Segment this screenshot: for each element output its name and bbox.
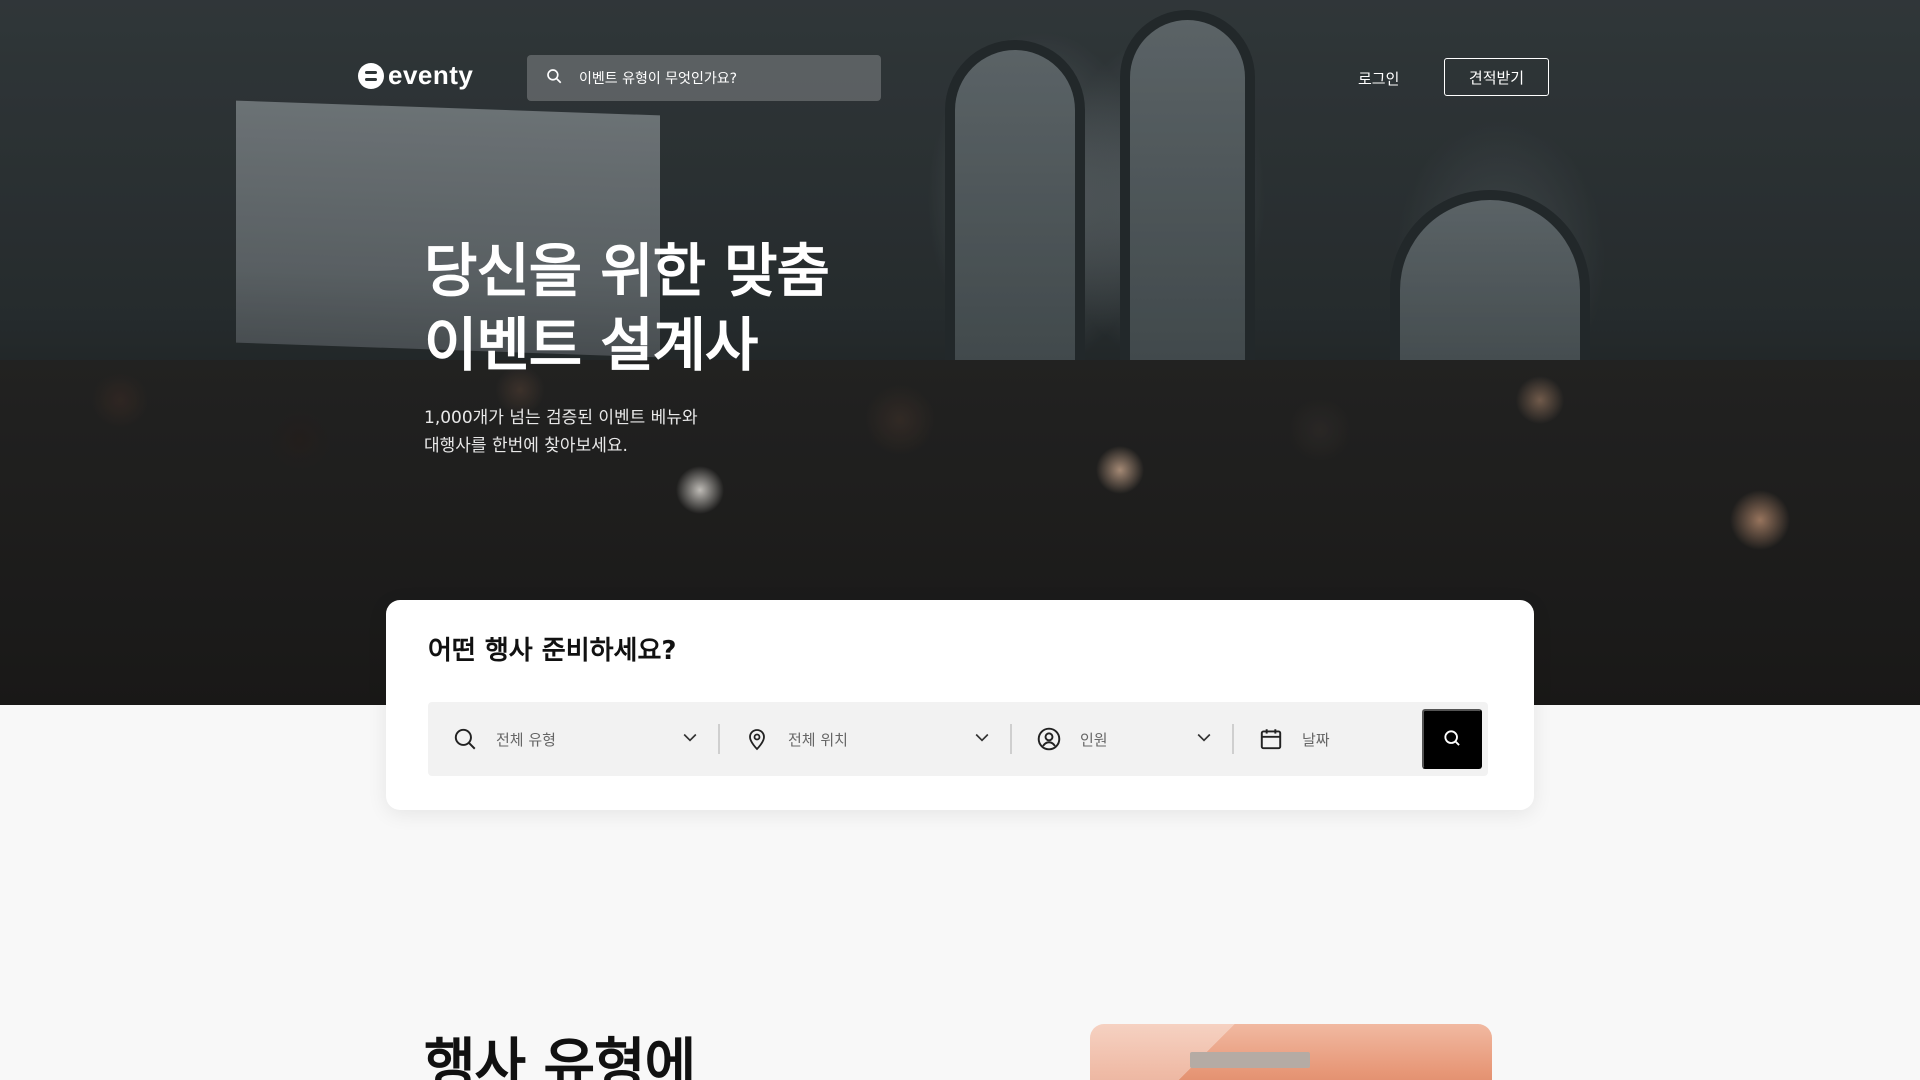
- brand-logo[interactable]: eventy: [358, 60, 473, 91]
- event-type-select[interactable]: 전체 유형: [428, 702, 718, 776]
- filter-bar: 전체 유형 전체 위치 인원 날짜: [428, 702, 1488, 776]
- search-icon: [545, 67, 563, 89]
- hero-subcopy: 1,000개가 넘는 검증된 이벤트 베뉴와 대행사를 한번에 찾아보세요.: [424, 404, 698, 460]
- header-search-placeholder: 이벤트 유형이 무엇인가요?: [579, 71, 738, 87]
- location-select[interactable]: 전체 위치: [720, 702, 1010, 776]
- location-pin-icon: [742, 726, 772, 752]
- event-type-preview-image[interactable]: [1090, 1024, 1492, 1080]
- hero-subcopy-line: 1,000개가 넘는 검증된 이벤트 베뉴와: [424, 408, 698, 428]
- search-submit-button[interactable]: [1422, 709, 1482, 769]
- hero-subcopy-line: 대행사를 한번에 찾아보세요.: [424, 436, 628, 456]
- header-search-input[interactable]: 이벤트 유형이 무엇인가요?: [527, 55, 881, 101]
- section-title: 행사 유형에: [424, 1033, 696, 1080]
- chevron-down-icon: [972, 727, 992, 751]
- hero-headline-line: 이벤트 설계사: [424, 311, 758, 379]
- brand-name: eventy: [388, 60, 474, 90]
- login-link[interactable]: 로그인: [1358, 68, 1399, 89]
- user-circle-icon: [1034, 726, 1064, 752]
- date-picker[interactable]: 날짜: [1234, 702, 1424, 776]
- headcount-select[interactable]: 인원: [1012, 702, 1232, 776]
- headcount-label: 인원: [1080, 730, 1108, 749]
- eventy-logo-icon: [358, 62, 384, 89]
- chevron-down-icon: [680, 727, 700, 751]
- calendar-icon: [1256, 726, 1286, 752]
- search-icon: [450, 726, 480, 752]
- hero-headline: 당신을 위한 맞춤 이벤트 설계사: [424, 234, 830, 382]
- date-label: 날짜: [1302, 730, 1330, 749]
- search-icon: [1442, 728, 1462, 751]
- quote-button[interactable]: 견적받기: [1444, 58, 1549, 96]
- location-label: 전체 위치: [788, 730, 848, 749]
- search-card-title: 어떤 행사 준비하세요?: [428, 636, 677, 666]
- hero-headline-line: 당신을 위한 맞춤: [424, 237, 830, 305]
- event-search-card: 어떤 행사 준비하세요? 전체 유형 전체 위치 인원 날짜: [386, 600, 1534, 810]
- event-type-label: 전체 유형: [496, 730, 556, 749]
- chevron-down-icon: [1194, 727, 1214, 751]
